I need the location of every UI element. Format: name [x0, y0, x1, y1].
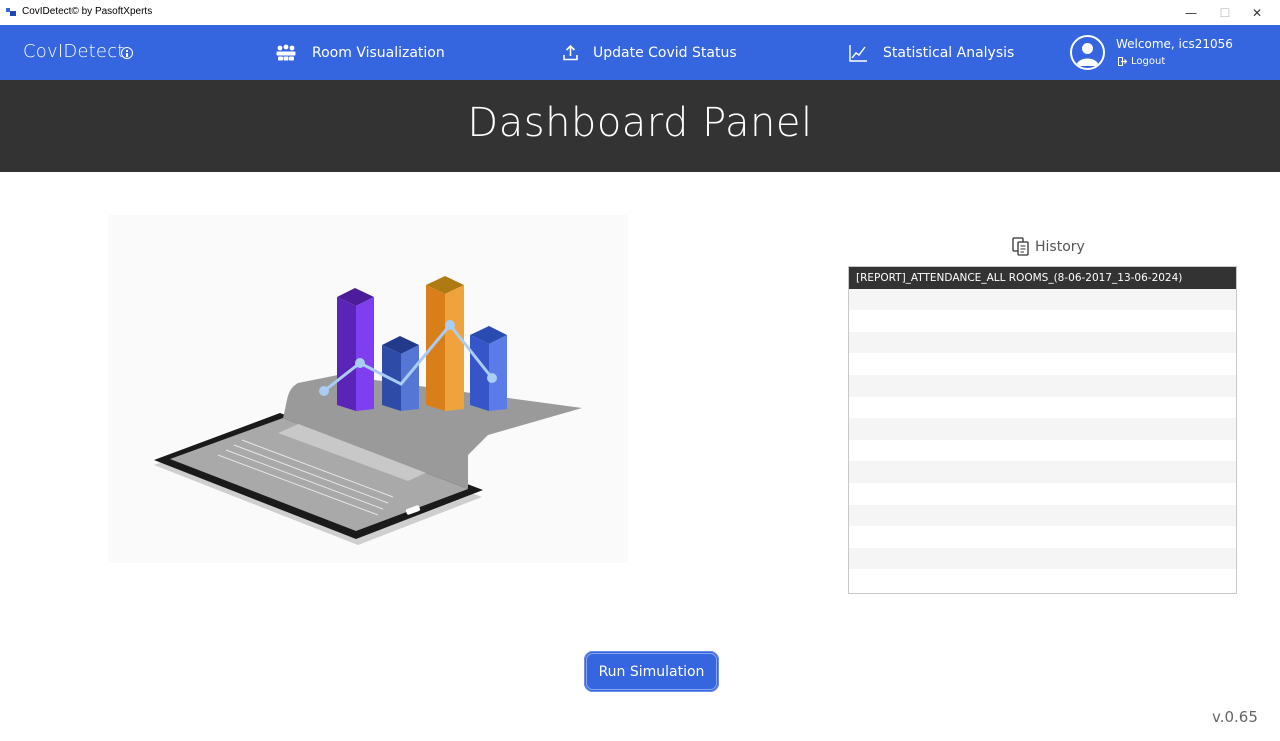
nav-update-label: Update Covid Status	[593, 45, 737, 61]
history-empty-row	[849, 310, 1236, 332]
run-simulation-button[interactable]: Run Simulation	[584, 651, 719, 692]
nav-room-label: Room Visualization	[312, 45, 445, 61]
page-title: Dashboard Panel	[467, 100, 813, 146]
history-empty-row	[849, 331, 1236, 354]
dashboard-banner: Dashboard Panel	[0, 80, 1280, 172]
logout-link[interactable]: Logout	[1118, 56, 1165, 67]
brand-name[interactable]: CovIDetect	[23, 41, 125, 62]
history-empty-row	[849, 504, 1236, 527]
people-group-icon	[276, 44, 296, 61]
user-avatar-icon[interactable]	[1070, 35, 1105, 70]
history-empty-row	[849, 461, 1236, 483]
history-empty-row	[849, 288, 1236, 311]
history-document-icon	[1012, 237, 1029, 256]
dashboard-illustration	[108, 215, 628, 563]
history-list[interactable]: [REPORT]_ATTENDANCE_ALL ROOMS_(8-06-2017…	[848, 266, 1237, 594]
history-empty-row	[849, 353, 1236, 375]
version-label: v.0.65	[1212, 708, 1258, 726]
logout-label: Logout	[1131, 56, 1166, 67]
history-empty-row	[849, 526, 1236, 548]
history-empty-row	[849, 418, 1236, 440]
info-icon[interactable]	[121, 47, 133, 59]
welcome-text: Welcome, ics21056	[1116, 37, 1233, 51]
window-titlebar: CovIDetect© by PasoftXperts — ☐ ✕	[0, 0, 1280, 25]
window-title: CovIDetect© by PasoftXperts	[22, 6, 153, 17]
top-navbar: CovIDetect Room Visualization Update Cov…	[0, 25, 1280, 80]
close-button[interactable]: ✕	[1234, 0, 1280, 25]
history-title: History	[1035, 239, 1085, 255]
history-empty-row	[849, 547, 1236, 570]
history-empty-row	[849, 396, 1236, 419]
upload-icon	[563, 45, 578, 61]
history-empty-row	[849, 439, 1236, 462]
nav-room-visualization[interactable]: Room Visualization	[275, 43, 445, 63]
tablet-chart-illustration	[154, 276, 582, 545]
nav-statistical-analysis[interactable]: Statistical Analysis	[849, 43, 1014, 63]
logout-icon	[1118, 57, 1127, 66]
nav-update-covid-status[interactable]: Update Covid Status	[563, 43, 737, 63]
line-chart-icon	[849, 45, 867, 62]
history-item[interactable]: [REPORT]_ATTENDANCE_ALL ROOMS_(8-06-2017…	[849, 267, 1236, 289]
history-empty-row	[849, 374, 1236, 397]
history-heading: History	[1012, 236, 1085, 258]
history-empty-row	[849, 569, 1236, 591]
nav-stats-label: Statistical Analysis	[883, 45, 1015, 61]
history-empty-row	[849, 482, 1236, 505]
app-logo-icon	[6, 8, 16, 16]
